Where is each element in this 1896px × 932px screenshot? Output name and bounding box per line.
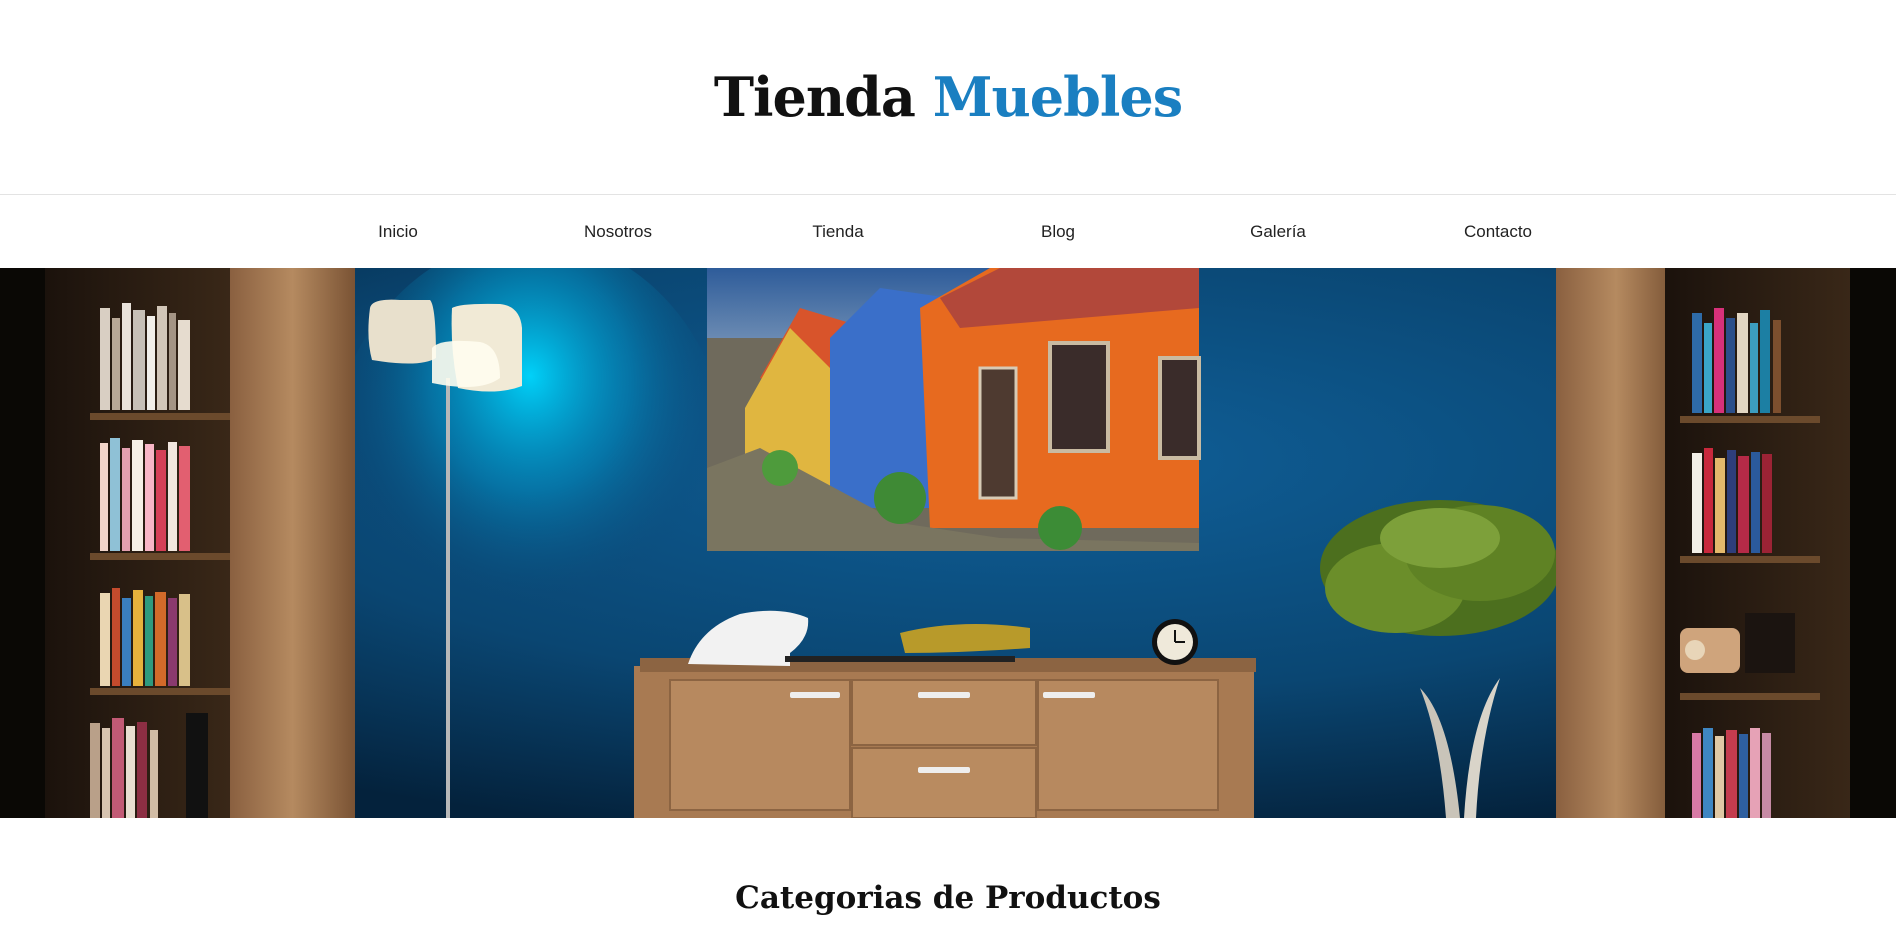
nav-item-tienda[interactable]: Tienda <box>728 222 948 242</box>
nav-item-contacto[interactable]: Contacto <box>1388 222 1608 242</box>
hero-banner <box>0 268 1896 818</box>
nav-item-nosotros[interactable]: Nosotros <box>508 222 728 242</box>
logo-text-primary: Tienda <box>713 64 916 129</box>
nav-item-inicio[interactable]: Inicio <box>288 222 508 242</box>
site-header: Tienda Muebles <box>0 0 1896 195</box>
logo-text-accent: Muebles <box>932 64 1183 129</box>
main-navigation: Inicio Nosotros Tienda Blog Galería Cont… <box>0 195 1896 268</box>
hero-image <box>0 268 1896 818</box>
nav-item-galeria[interactable]: Galería <box>1168 222 1388 242</box>
nav-item-blog[interactable]: Blog <box>948 222 1168 242</box>
site-logo[interactable]: Tienda Muebles <box>713 64 1183 129</box>
section-title-categories: Categorias de Productos <box>735 880 1161 916</box>
